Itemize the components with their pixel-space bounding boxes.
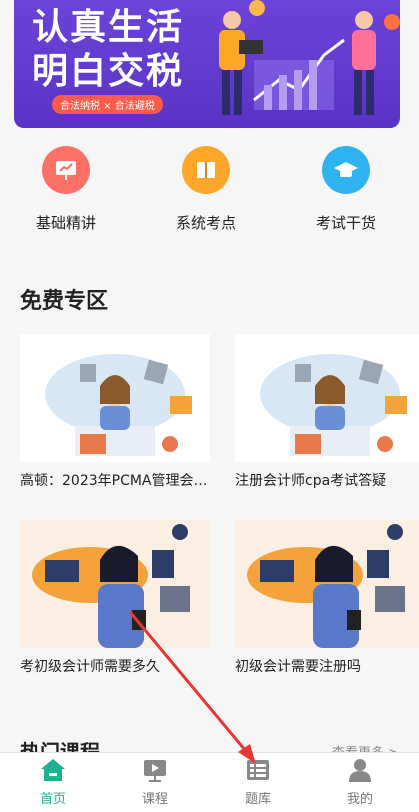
card-thumbnail [20, 520, 210, 648]
quick-link-system[interactable]: 系统考点 [146, 146, 266, 233]
graduation-cap-icon [322, 146, 370, 194]
book-icon [182, 146, 230, 194]
video-play-icon [142, 757, 168, 783]
banner-headline-2: 明白交税 [32, 51, 185, 92]
card-thumbnail [235, 520, 419, 648]
card-title: 初级会计需要注册吗 [235, 659, 361, 675]
bottom-tab-bar: 首页 课程 题库 我的 [0, 752, 419, 812]
quick-link-label: 基础精讲 [35, 214, 96, 232]
free-card[interactable]: 考初级会计师需要多久 [20, 520, 210, 676]
presentation-icon [42, 146, 90, 194]
tab-label: 我的 [346, 792, 373, 807]
free-card[interactable]: 初级会计需要注册吗 [235, 520, 419, 676]
quick-link-label: 系统考点 [175, 214, 236, 232]
tab-courses[interactable]: 课程 [105, 757, 205, 807]
free-card[interactable]: 注册会计师cpa考试答疑 [235, 334, 419, 490]
tab-question-bank[interactable]: 题库 [208, 757, 308, 807]
tab-label: 题库 [244, 792, 271, 807]
home-icon [40, 757, 66, 783]
user-icon [347, 757, 373, 783]
banner-illustration [219, 0, 400, 115]
card-thumbnail [20, 334, 210, 462]
card-title: 高顿：2023年PCMA管理会计师考试 [20, 473, 208, 489]
list-icon [245, 757, 271, 783]
quick-links: 基础精讲 系统考点 考试干货 [0, 146, 419, 236]
card-thumbnail [235, 334, 419, 462]
promo-banner[interactable]: 认真生活 明白交税 合法纳税 × 合法避税 [14, 0, 400, 128]
section-title-free: 免费专区 [20, 289, 109, 314]
card-title: 注册会计师cpa考试答疑 [235, 473, 387, 489]
banner-headline-1: 认真生活 [32, 7, 185, 48]
tab-label: 课程 [141, 792, 168, 807]
card-title: 考初级会计师需要多久 [20, 659, 160, 675]
tab-home[interactable]: 首页 [3, 757, 103, 807]
quick-link-basic[interactable]: 基础精讲 [6, 146, 126, 233]
quick-link-exam[interactable]: 考试干货 [286, 146, 406, 233]
banner-tagline: 合法纳税 × 合法避税 [52, 95, 163, 114]
quick-link-label: 考试干货 [315, 214, 376, 232]
free-card[interactable]: 高顿：2023年PCMA管理会计师考试 [20, 334, 210, 490]
tab-label: 首页 [39, 792, 66, 807]
tab-profile[interactable]: 我的 [310, 757, 410, 807]
